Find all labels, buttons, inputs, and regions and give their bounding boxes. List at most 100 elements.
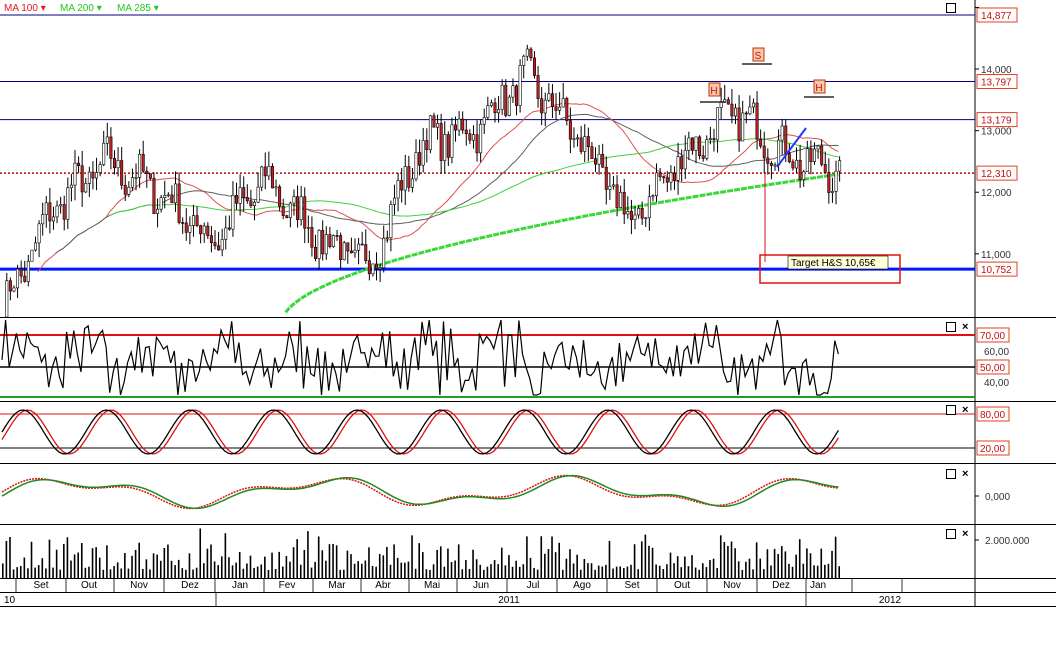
volume-bar	[34, 567, 36, 578]
candle	[601, 154, 605, 168]
candle	[769, 163, 773, 166]
macd-panel-maximize-icon[interactable]	[946, 469, 956, 479]
volume-bar	[544, 553, 546, 578]
candle	[34, 242, 38, 251]
volume-bar	[220, 556, 223, 578]
volume-bar	[142, 568, 144, 578]
volume-bar	[120, 568, 123, 578]
volume-bar	[547, 549, 550, 578]
candle	[766, 157, 770, 164]
rsi-panel-close-icon[interactable]: ×	[962, 322, 968, 333]
candle	[504, 84, 508, 116]
month-label: Jun	[473, 580, 489, 591]
candle	[676, 156, 680, 181]
price-panel-maximize-icon[interactable]	[946, 3, 956, 13]
volume-bar	[185, 569, 187, 578]
candle	[446, 134, 450, 158]
volume-bar	[37, 565, 40, 578]
month-label: Mar	[328, 580, 346, 591]
volume-bar	[73, 554, 76, 578]
legend-ma100[interactable]: MA 100 ▾	[4, 3, 46, 14]
candle	[629, 211, 633, 220]
candle	[719, 101, 723, 108]
candle	[611, 184, 615, 187]
candle	[209, 235, 213, 243]
volume-bar	[95, 547, 97, 578]
candle	[12, 287, 16, 292]
volume-bar	[159, 560, 162, 578]
candle	[550, 93, 554, 107]
volume-bar	[623, 568, 625, 578]
volume-bar	[174, 565, 176, 578]
volume-bar	[551, 536, 553, 578]
stoch-tag-label: 20,00	[980, 444, 1005, 455]
volume-bar	[511, 566, 514, 578]
candle	[748, 106, 752, 115]
volume-bar	[210, 544, 212, 578]
candle	[486, 105, 490, 118]
stoch-panel-close-icon[interactable]: ×	[962, 405, 968, 416]
candle	[367, 260, 371, 275]
candle	[608, 185, 612, 190]
volume-bar	[727, 545, 729, 578]
volume-bar	[500, 547, 503, 578]
volume-bar	[522, 564, 525, 578]
candle	[331, 235, 335, 247]
volume-bar	[719, 535, 722, 578]
rsi-panel-maximize-icon[interactable]	[946, 322, 956, 332]
candle	[565, 98, 569, 121]
volume-bar	[357, 561, 359, 578]
month-label: Dez	[772, 580, 790, 591]
candle	[242, 187, 246, 198]
candle	[148, 173, 152, 179]
month-label: Abr	[375, 580, 391, 591]
volume-bar	[167, 544, 169, 578]
volume-bar	[30, 541, 33, 578]
month-label: Mai	[424, 580, 440, 591]
candle	[597, 154, 601, 165]
candle	[80, 165, 84, 193]
candle	[665, 177, 669, 183]
candle	[482, 117, 486, 125]
volume-bar	[633, 544, 636, 578]
volume-bar	[429, 569, 431, 578]
volume-bar	[626, 566, 629, 578]
volume-bar	[106, 545, 108, 578]
volume-bar	[199, 528, 202, 578]
macd-panel-close-icon[interactable]: ×	[962, 469, 968, 480]
rsi-line	[1, 319, 839, 396]
volume-bar	[658, 565, 661, 578]
volume-panel-close-icon[interactable]: ×	[962, 529, 968, 540]
candle	[787, 153, 791, 163]
volume-bar	[526, 536, 528, 578]
volume-panel-maximize-icon[interactable]	[946, 529, 956, 539]
volume-bar	[228, 557, 230, 578]
legend-ma285[interactable]: MA 285 ▾	[117, 3, 159, 14]
candle	[414, 152, 418, 180]
candle	[461, 118, 465, 131]
candle	[299, 196, 303, 221]
volume-bar	[296, 539, 298, 578]
rsi-tick-label: 60,00	[984, 347, 1009, 358]
stoch-panel-maximize-icon[interactable]	[946, 405, 956, 415]
candle	[120, 160, 124, 186]
month-label: Jul	[527, 580, 540, 591]
candle	[705, 139, 709, 159]
month-label: Dez	[181, 580, 199, 591]
volume-bar	[745, 561, 747, 578]
volume-bar	[414, 568, 417, 578]
candle	[471, 134, 475, 141]
candle	[109, 136, 113, 159]
volume-bar	[382, 555, 385, 578]
stoch-tag-label: 80,00	[980, 410, 1005, 421]
volume-bar	[687, 566, 690, 578]
volume-bar	[831, 550, 833, 578]
candle	[270, 165, 274, 189]
legend-ma200[interactable]: MA 200 ▾	[60, 3, 102, 14]
candle	[734, 107, 738, 117]
volume-bar	[260, 564, 263, 578]
candle	[773, 164, 777, 167]
candle	[450, 124, 454, 158]
candle	[716, 107, 720, 141]
candle	[838, 160, 842, 172]
